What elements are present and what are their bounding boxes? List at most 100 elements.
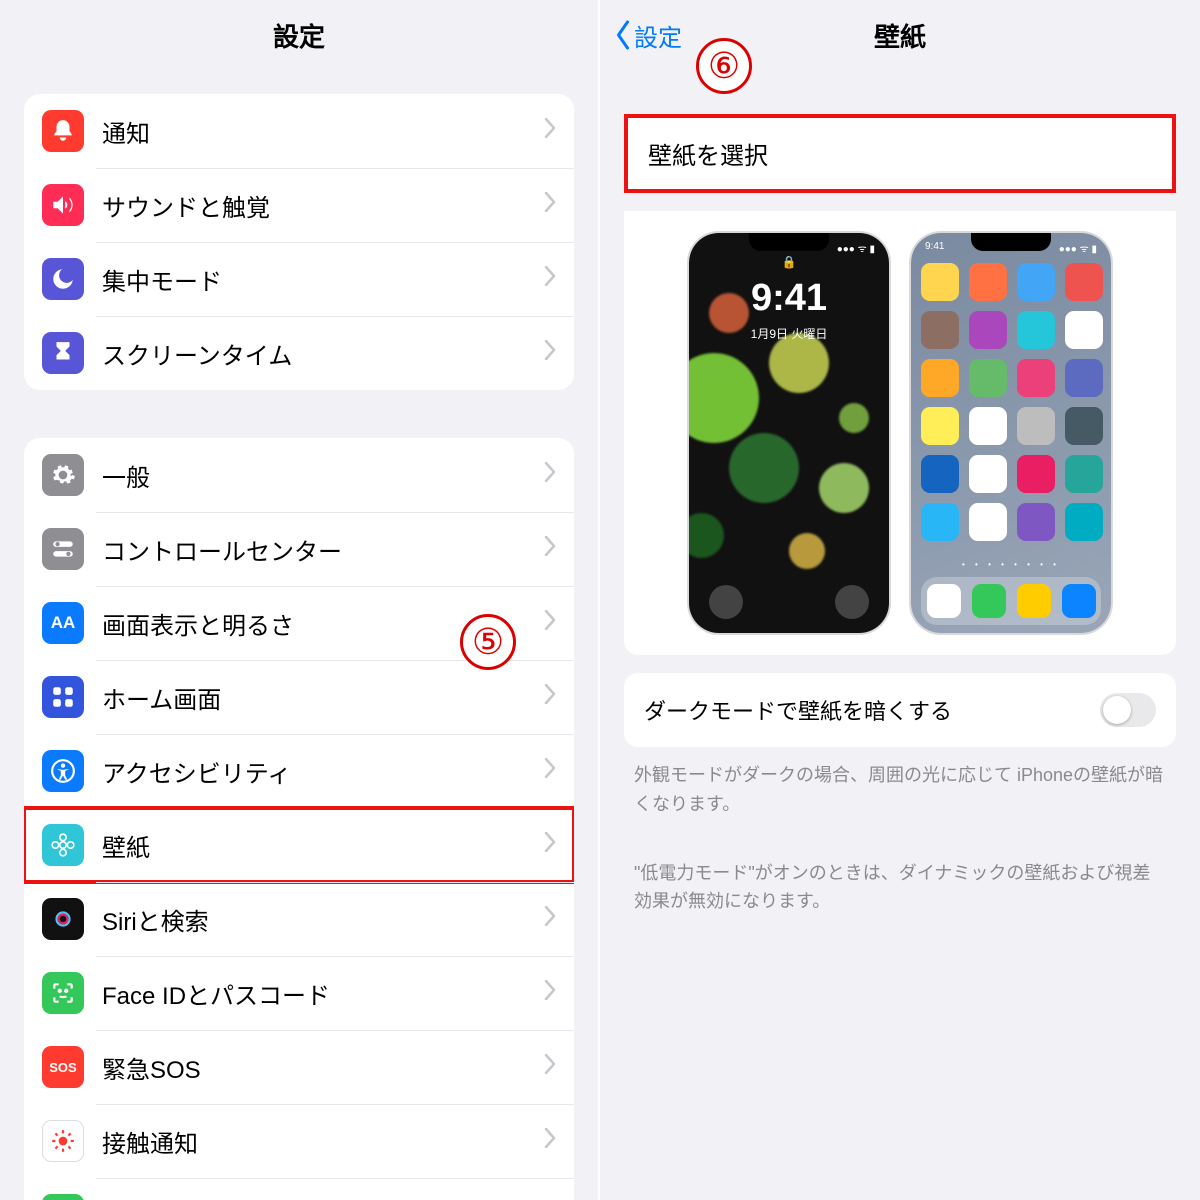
row-label: アクセシビリティ [102, 754, 544, 789]
wallpaper-pane: 設定 壁紙 ⑥ 壁紙を選択 ●●● ᯤ ▮ 🔒 9:41 1月9日 火曜日 [600, 0, 1200, 1200]
grid-icon [42, 676, 84, 718]
app-icon [921, 359, 959, 397]
app-icon [921, 263, 959, 301]
app-icon [921, 503, 959, 541]
app-icon [921, 407, 959, 445]
back-label: 設定 [634, 18, 682, 53]
chevron-right-icon [544, 1127, 556, 1155]
flashlight-icon [709, 585, 743, 619]
app-icon [1017, 263, 1055, 301]
moon-icon [42, 258, 84, 300]
chevron-right-icon [544, 831, 556, 859]
chevron-right-icon [544, 979, 556, 1007]
settings-row-gear[interactable]: 一般 [24, 438, 574, 512]
row-label: Siriと検索 [102, 902, 544, 937]
chevron-right-icon [544, 461, 556, 489]
app-icon [1017, 407, 1055, 445]
settings-row-bell[interactable]: 通知 [24, 94, 574, 168]
row-label: コントロールセンター [102, 532, 544, 567]
settings-row-sos[interactable]: SOS 緊急SOS [24, 1030, 574, 1104]
aa-icon: AA [42, 602, 84, 644]
settings-row-siri[interactable]: Siriと検索 [24, 882, 574, 956]
settings-row-battery[interactable]: バッテリー [24, 1178, 574, 1200]
settings-row-accessibility[interactable]: アクセシビリティ [24, 734, 574, 808]
app-icon [1017, 455, 1055, 493]
settings-group: 通知サウンドと触覚集中モードスクリーンタイム [24, 94, 574, 390]
settings-list-pane: 設定 通知サウンドと触覚集中モードスクリーンタイム一般コントロールセンターAA画… [0, 0, 600, 1200]
row-label: 通知 [102, 114, 544, 149]
lock-screen-preview[interactable]: ●●● ᯤ ▮ 🔒 9:41 1月9日 火曜日 [689, 233, 889, 633]
callout-6: ⑥ [696, 38, 752, 94]
app-icon [969, 455, 1007, 493]
back-button[interactable]: 設定 [614, 18, 682, 53]
dark-mode-dim-toggle[interactable] [1100, 693, 1156, 727]
row-label: 緊急SOS [102, 1050, 544, 1085]
app-icon [921, 311, 959, 349]
chevron-right-icon [544, 339, 556, 367]
row-label: 接触通知 [102, 1124, 544, 1159]
choose-wallpaper-row[interactable]: 壁紙を選択 [624, 114, 1176, 193]
nav-bar: 設定 [0, 0, 598, 70]
bell-icon [42, 110, 84, 152]
switches-icon [42, 528, 84, 570]
choose-wallpaper-label: 壁紙を選択 [648, 136, 1152, 171]
lock-date: 1月9日 火曜日 [689, 325, 889, 342]
dark-mode-dim-row: ダークモードで壁紙を暗くする [624, 673, 1176, 747]
app-icon [1017, 311, 1055, 349]
wallpaper-preview: ●●● ᯤ ▮ 🔒 9:41 1月9日 火曜日 9:41●●● ᯤ ▮ • • … [624, 211, 1176, 655]
row-label: Face IDとパスコード [102, 976, 544, 1011]
settings-row-grid[interactable]: ホーム画面 [24, 660, 574, 734]
chevron-right-icon [544, 905, 556, 933]
settings-row-hourglass[interactable]: スクリーンタイム [24, 316, 574, 390]
chevron-right-icon [544, 757, 556, 785]
page-title: 設定 [273, 17, 325, 54]
app-icon [969, 359, 1007, 397]
settings-row-faceid[interactable]: Face IDとパスコード [24, 956, 574, 1030]
app-icon [969, 407, 1007, 445]
settings-group: 一般コントロールセンターAA画面表示と明るさホーム画面アクセシビリティ壁紙Sir… [24, 438, 574, 1200]
hourglass-icon [42, 332, 84, 374]
app-icon [1065, 503, 1103, 541]
chevron-right-icon [544, 1053, 556, 1081]
nav-bar: 設定 壁紙 [600, 0, 1200, 70]
settings-row-switches[interactable]: コントロールセンター [24, 512, 574, 586]
exposure-icon [42, 1120, 84, 1162]
lock-time: 9:41 [689, 277, 889, 320]
app-icon [1017, 503, 1055, 541]
settings-row-speaker[interactable]: サウンドと触覚 [24, 168, 574, 242]
page-title: 壁紙 [874, 17, 926, 54]
chevron-right-icon [544, 117, 556, 145]
flower-icon [42, 824, 84, 866]
chevron-right-icon [544, 683, 556, 711]
row-label: サウンドと触覚 [102, 188, 544, 223]
settings-row-flower[interactable]: 壁紙 [24, 808, 574, 882]
app-icon [969, 311, 1007, 349]
app-icon [1065, 311, 1103, 349]
home-time: 9:41 [925, 241, 944, 255]
chevron-right-icon [544, 265, 556, 293]
accessibility-icon [42, 750, 84, 792]
home-screen-preview[interactable]: 9:41●●● ᯤ ▮ • • • • • • • • [911, 233, 1111, 633]
camera-icon [835, 585, 869, 619]
dock [921, 577, 1101, 625]
page-dots: • • • • • • • • [911, 560, 1111, 569]
app-icon [969, 263, 1007, 301]
siri-icon [42, 898, 84, 940]
app-icon [969, 503, 1007, 541]
settings-row-exposure[interactable]: 接触通知 [24, 1104, 574, 1178]
row-label: スクリーンタイム [102, 336, 544, 371]
speaker-icon [42, 184, 84, 226]
settings-row-moon[interactable]: 集中モード [24, 242, 574, 316]
chevron-right-icon [544, 609, 556, 637]
app-icon [1065, 263, 1103, 301]
chevron-right-icon [544, 535, 556, 563]
row-label: 集中モード [102, 262, 544, 297]
sos-icon: SOS [42, 1046, 84, 1088]
gear-icon [42, 454, 84, 496]
footer-text-1: 外観モードがダークの場合、周囲の光に応じて iPhoneの壁紙が暗くなります。 [634, 761, 1166, 819]
app-icon [1065, 407, 1103, 445]
row-label: ホーム画面 [102, 680, 544, 715]
app-icon [1017, 359, 1055, 397]
battery-icon [42, 1194, 84, 1200]
footer-text-2: "低電力モード"がオンのときは、ダイナミックの壁紙および視差効果が無効になります… [634, 859, 1166, 917]
